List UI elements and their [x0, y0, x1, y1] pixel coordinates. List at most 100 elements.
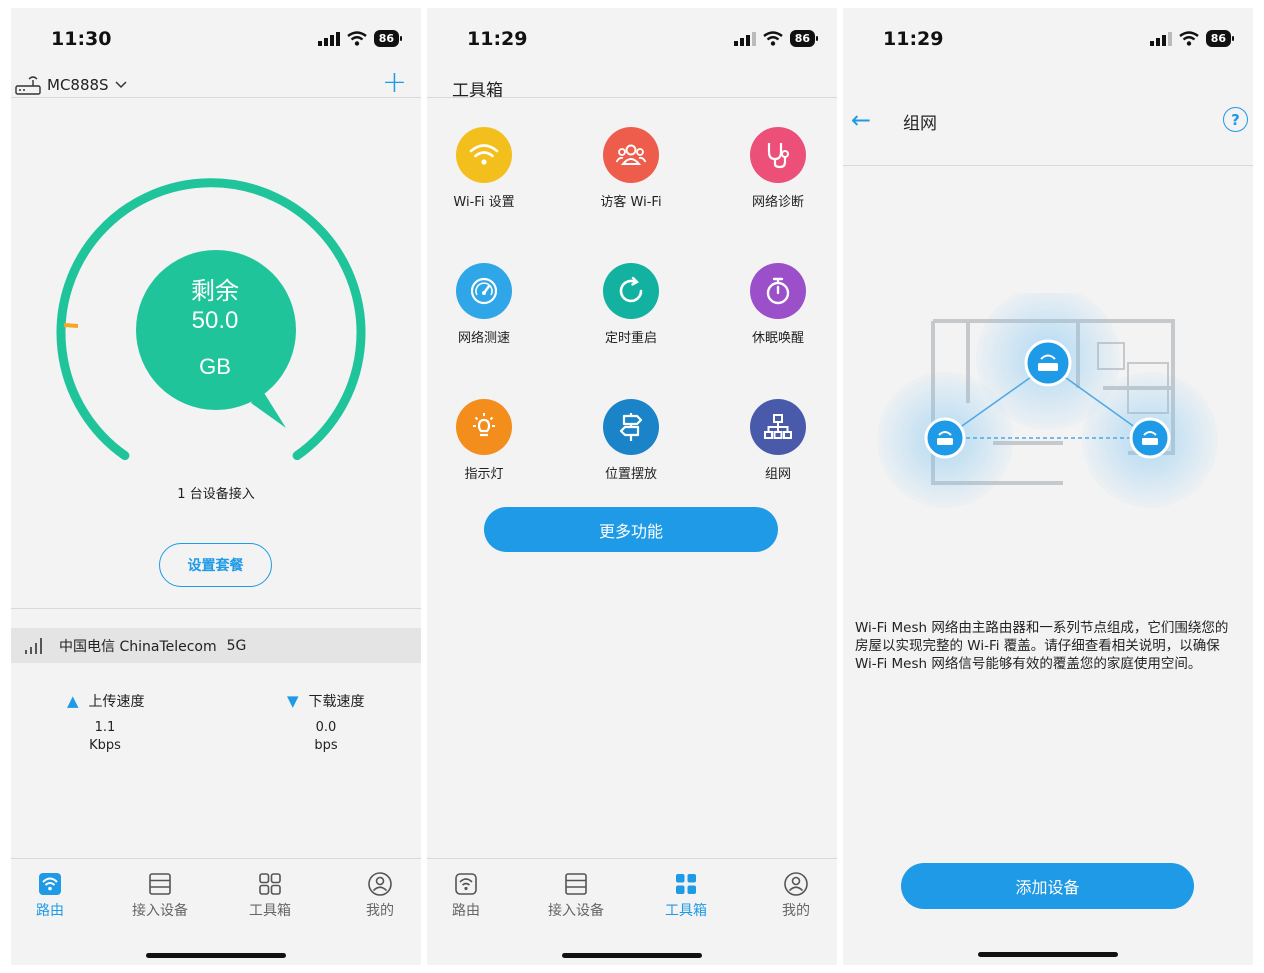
signal-icon	[317, 31, 340, 46]
battery-icon: 86	[1205, 30, 1235, 47]
mesh-illustration	[877, 293, 1218, 508]
network-icon	[750, 399, 806, 455]
battery-icon: 86	[789, 30, 819, 47]
back-arrow-icon[interactable]: ←	[851, 106, 871, 134]
router-tab-icon	[455, 873, 477, 895]
nav-devices[interactable]: 接入设备	[541, 871, 611, 920]
stethoscope-icon	[750, 127, 806, 183]
tool-label: 指示灯	[464, 467, 504, 482]
nav-mine[interactable]: 我的	[761, 871, 831, 920]
guests-icon	[603, 127, 659, 183]
bulb-icon	[456, 399, 512, 455]
nav-toolbox[interactable]: 工具箱	[651, 871, 721, 920]
right-node	[1129, 417, 1171, 459]
carrier-row: 中国电信 ChinaTelecom 5G	[11, 628, 421, 663]
nav-devices[interactable]: 接入设备	[125, 871, 195, 920]
tool-network-diagnosis[interactable]: 网络诊断	[718, 127, 837, 210]
gauge-remaining-label: 剩余	[191, 278, 239, 305]
nav-devices-label: 接入设备	[548, 903, 604, 919]
nav-toolbox-label: 工具箱	[665, 903, 707, 919]
home-indicator	[146, 953, 286, 958]
mesh-description: Wi-Fi Mesh 网络由主路由器和一系列节点组成，它们围绕您的房屋以实现完整…	[855, 620, 1229, 672]
upload-value: 1.1	[94, 720, 116, 735]
tool-speed-test[interactable]: 网络测速	[427, 263, 544, 346]
home-indicator	[978, 952, 1118, 957]
nav-router[interactable]: 路由	[431, 871, 501, 920]
more-features-button[interactable]: 更多功能	[484, 507, 778, 552]
router-name: MC888S	[47, 76, 109, 94]
status-time: 11:29	[467, 28, 528, 50]
wifi-status-icon	[346, 31, 367, 46]
tool-label: 定时重启	[604, 331, 657, 346]
signpost-icon	[603, 399, 659, 455]
divider	[843, 165, 1253, 166]
status-icons: 86	[317, 30, 403, 47]
status-icons: 86	[733, 30, 819, 47]
nav-router[interactable]: 路由	[15, 871, 85, 920]
signal-icon	[733, 31, 756, 46]
tool-label: 组网	[764, 467, 791, 482]
speedometer-icon	[456, 263, 512, 319]
divider	[11, 608, 421, 609]
wifi-status-icon	[762, 31, 783, 46]
tool-scheduled-restart[interactable]: 定时重启	[571, 263, 691, 346]
upload-unit: Kbps	[89, 738, 121, 753]
gauge-remaining-value: 50.0	[191, 307, 239, 334]
tool-label: 网络诊断	[751, 195, 804, 210]
nav-toolbox-label: 工具箱	[249, 903, 291, 919]
status-time: 11:30	[51, 28, 112, 50]
nav-mine-label: 我的	[366, 903, 394, 919]
add-icon[interactable]: +	[382, 68, 407, 98]
carrier-name: 中国电信 ChinaTelecom	[59, 638, 217, 655]
download-arrow-icon: ▼	[287, 692, 299, 710]
upload-arrow-icon: ▲	[67, 692, 79, 710]
tool-label: 休眠唤醒	[751, 331, 804, 346]
chevron-down-icon	[115, 81, 127, 89]
cell-signal-icon	[25, 637, 42, 654]
router-icon	[15, 76, 41, 95]
nav-router-label: 路由	[452, 903, 480, 919]
router-selector[interactable]: MC888S	[15, 74, 127, 96]
add-device-button[interactable]: 添加设备	[901, 863, 1194, 909]
help-icon[interactable]: ?	[1223, 107, 1248, 132]
mesh-screen: 11:29 86 ← 组网 ? Wi-Fi Mesh 网络由主路由器和一系列节点…	[843, 8, 1253, 965]
download-unit: bps	[314, 738, 338, 753]
upload-speed-value: 1.1 Kbps	[75, 719, 135, 755]
grid-tab-icon	[259, 873, 281, 895]
stopwatch-icon	[750, 263, 806, 319]
tool-placement[interactable]: 位置摆放	[571, 399, 691, 482]
tool-indicator-light[interactable]: 指示灯	[427, 399, 544, 482]
restart-icon	[603, 263, 659, 319]
wifi-icon	[456, 127, 512, 183]
nav-devices-label: 接入设备	[132, 903, 188, 919]
status-time: 11:29	[883, 28, 944, 50]
profile-tab-icon	[784, 872, 808, 896]
home-indicator	[562, 953, 702, 958]
bottom-nav: 路由 接入设备 工具箱 我的	[427, 858, 837, 965]
page-title: 组网	[903, 114, 937, 134]
tool-guest-wifi[interactable]: 访客 Wi-Fi	[571, 127, 691, 210]
battery-icon: 86	[373, 30, 403, 47]
download-speed-header: ▼ 下载速度	[287, 691, 365, 711]
bottom-nav: 路由 接入设备 工具箱 我的	[11, 858, 421, 965]
upload-speed-header: ▲ 上传速度	[67, 691, 145, 711]
gauge-remaining-unit: GB	[199, 354, 231, 379]
tool-mesh-network[interactable]: 组网	[718, 399, 837, 482]
tool-label: Wi-Fi 设置	[453, 195, 515, 210]
nav-toolbox[interactable]: 工具箱	[235, 871, 305, 920]
nav-router-label: 路由	[36, 903, 64, 919]
download-speed-label: 下载速度	[308, 694, 365, 710]
status-icons: 86	[1149, 30, 1235, 47]
tool-label: 网络测速	[457, 331, 510, 346]
divider	[11, 97, 421, 98]
tool-sleep-wake[interactable]: 休眠唤醒	[718, 263, 837, 346]
download-value: 0.0	[315, 720, 337, 735]
tool-label: 位置摆放	[604, 467, 657, 482]
devices-tab-icon	[149, 873, 171, 895]
profile-tab-icon	[368, 872, 392, 896]
nav-mine[interactable]: 我的	[345, 871, 415, 920]
set-plan-button[interactable]: 设置套餐	[159, 543, 272, 587]
tool-wifi-settings[interactable]: Wi-Fi 设置	[427, 127, 544, 210]
left-node	[924, 417, 966, 459]
toolbox-screen: 11:29 86 工具箱 Wi-Fi 设置 访客 Wi-Fi 网络诊断 网络测速	[427, 8, 837, 965]
